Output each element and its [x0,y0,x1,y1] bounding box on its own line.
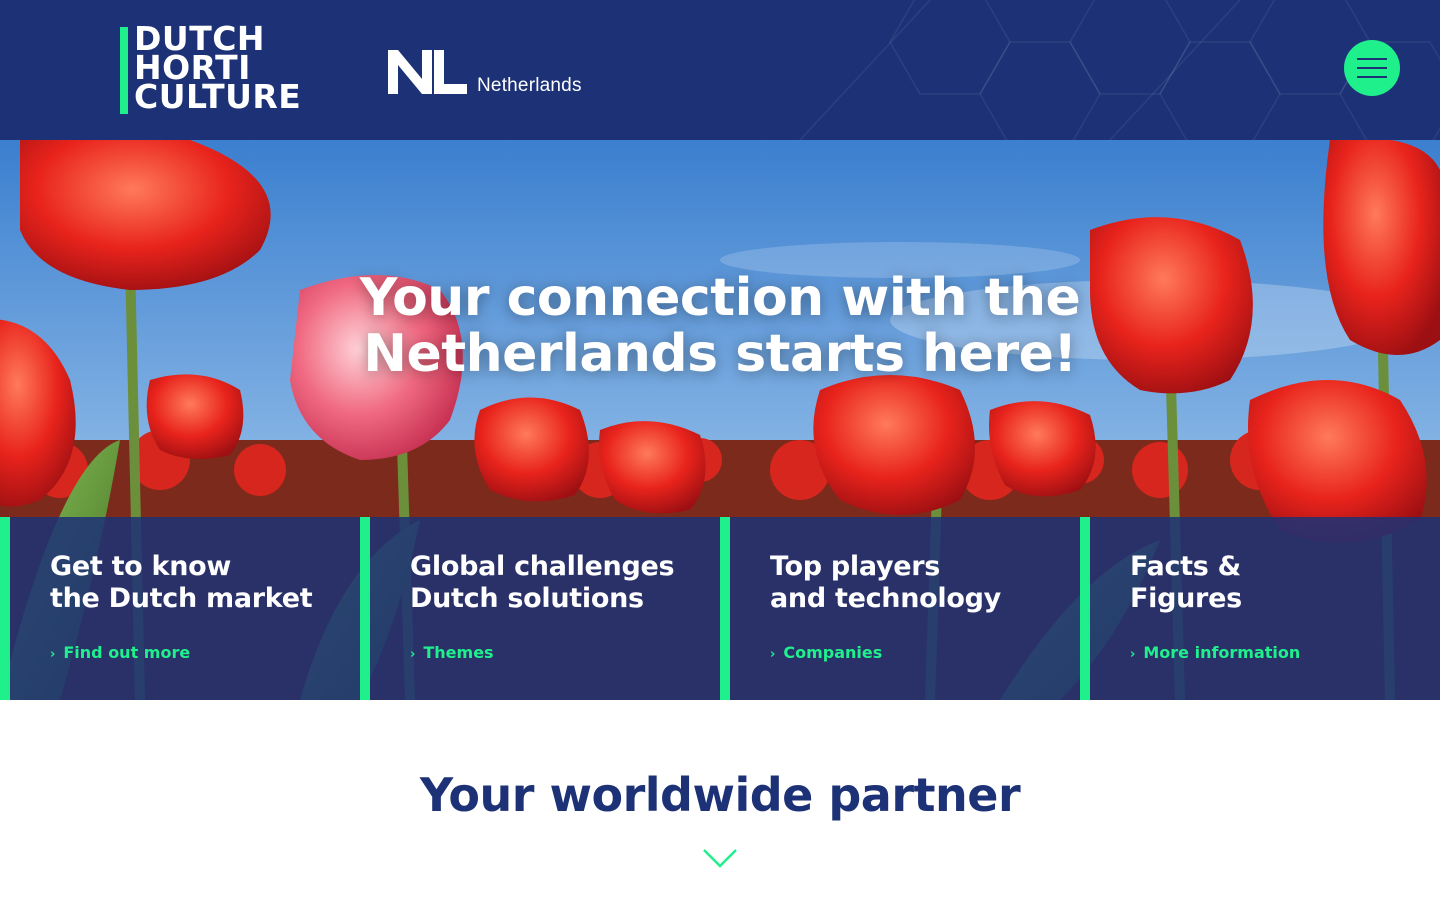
chevron-down-icon[interactable] [702,846,738,870]
card-title-line-1: Get to know [50,551,232,582]
logo-line-3: CULTURE [134,77,302,116]
netherlands-wordmark: Netherlands [477,75,582,96]
hexagon-pattern [799,0,1440,140]
site-header: DUTCH HORTI CULTURE Netherlands [0,0,1440,140]
card-title-line-2: Dutch solutions [410,583,644,614]
find-out-more-link[interactable]: › Find out more [50,643,190,662]
card-dutch-market[interactable]: Get to know the Dutch market › Find out m… [0,517,360,700]
card-title-line-1: Facts & [1130,551,1241,582]
card-link-label: Companies [783,643,883,662]
logo-accent-bar [120,27,128,114]
dutch-horti-culture-logo[interactable]: DUTCH HORTI CULTURE [120,22,320,116]
card-global-challenges[interactable]: Global challenges Dutch solutions › Theme… [360,517,720,700]
companies-link[interactable]: › Companies [770,643,882,662]
chevron-right-icon: › [50,647,56,662]
hero-title: Your connection with the Netherlands sta… [320,270,1120,382]
feature-cards: Get to know the Dutch market › Find out m… [0,517,1440,700]
chevron-right-icon: › [1130,647,1136,662]
menu-button[interactable] [1344,40,1400,96]
more-information-link[interactable]: › More information [1130,643,1300,662]
themes-link[interactable]: › Themes [410,643,494,662]
card-title-line-2: Figures [1130,583,1242,614]
card-link-label: More information [1143,643,1301,662]
card-title-line-2: the Dutch market [50,583,313,614]
worldwide-partner-heading: Your worldwide partner [419,768,1021,822]
card-title: Facts & Figures [1130,551,1242,615]
card-title-line-1: Top players [770,551,941,582]
card-title: Global challenges Dutch solutions [410,551,675,615]
card-title-line-1: Global challenges [410,551,675,582]
card-title: Get to know the Dutch market [50,551,313,615]
card-title: Top players and technology [770,551,1001,615]
card-top-players[interactable]: Top players and technology › Companies [720,517,1080,700]
card-facts-figures[interactable]: Facts & Figures › More information [1080,517,1440,700]
chevron-right-icon: › [770,647,776,662]
card-title-line-2: and technology [770,583,1001,614]
hero-title-line-2: Netherlands starts here! [363,324,1077,384]
nl-netherlands-logo[interactable]: Netherlands [388,47,608,97]
hero-title-line-1: Your connection with the [359,268,1081,328]
card-link-label: Find out more [63,643,191,662]
nl-mark-icon [388,50,467,94]
card-link-label: Themes [423,643,494,662]
chevron-right-icon: › [410,647,416,662]
